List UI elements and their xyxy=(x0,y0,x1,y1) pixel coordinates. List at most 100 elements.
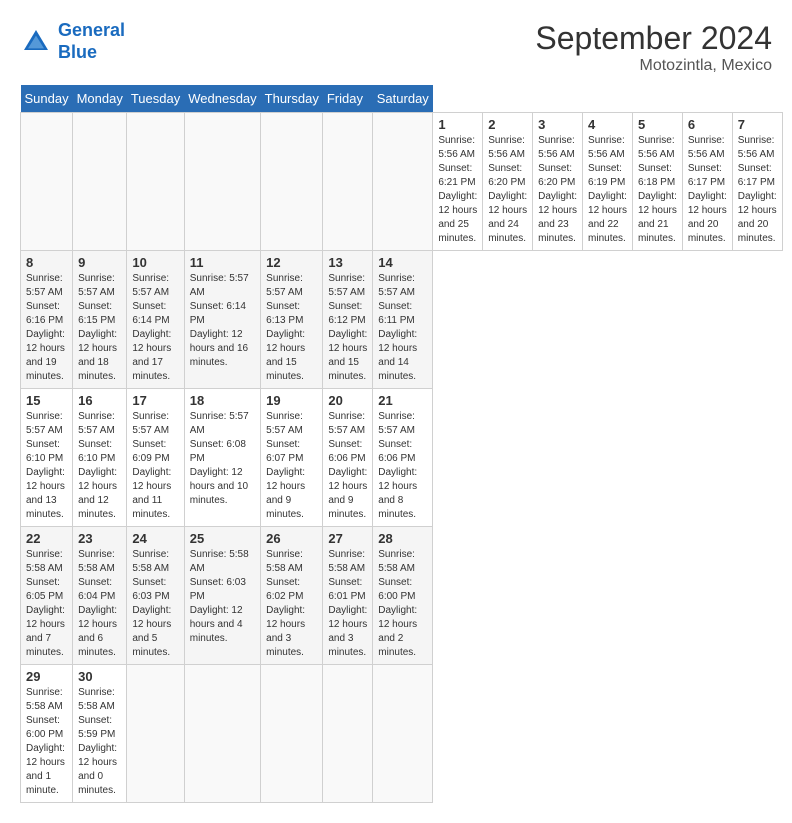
logo-text: General Blue xyxy=(58,20,125,63)
table-cell: 13 Sunrise: 5:57 AMSunset: 6:12 PMDaylig… xyxy=(323,251,373,389)
day-info: Sunrise: 5:57 AMSunset: 6:06 PMDaylight:… xyxy=(378,410,427,522)
table-cell: 21 Sunrise: 5:57 AMSunset: 6:06 PMDaylig… xyxy=(373,389,433,527)
calendar-week-row: 29 Sunrise: 5:58 AMSunset: 6:00 PMDaylig… xyxy=(21,665,783,803)
table-cell xyxy=(73,113,127,251)
day-number: 3 xyxy=(538,117,577,132)
day-number: 29 xyxy=(26,669,67,684)
table-cell: 29 Sunrise: 5:58 AMSunset: 6:00 PMDaylig… xyxy=(21,665,73,803)
day-info: Sunrise: 5:58 AMSunset: 6:03 PMDaylight:… xyxy=(190,548,255,646)
table-cell xyxy=(127,113,184,251)
table-cell xyxy=(261,665,323,803)
table-cell: 16 Sunrise: 5:57 AMSunset: 6:10 PMDaylig… xyxy=(73,389,127,527)
day-info: Sunrise: 5:58 AMSunset: 6:01 PMDaylight:… xyxy=(328,548,367,660)
day-info: Sunrise: 5:57 AMSunset: 6:13 PMDaylight:… xyxy=(266,272,317,384)
table-cell: 24 Sunrise: 5:58 AMSunset: 6:03 PMDaylig… xyxy=(127,527,184,665)
header-thursday: Thursday xyxy=(261,85,323,113)
table-cell: 10 Sunrise: 5:57 AMSunset: 6:14 PMDaylig… xyxy=(127,251,184,389)
day-number: 19 xyxy=(266,393,317,408)
table-cell: 22 Sunrise: 5:58 AMSunset: 6:05 PMDaylig… xyxy=(21,527,73,665)
day-info: Sunrise: 5:58 AMSunset: 6:02 PMDaylight:… xyxy=(266,548,317,660)
day-number: 2 xyxy=(488,117,527,132)
day-info: Sunrise: 5:56 AMSunset: 6:20 PMDaylight:… xyxy=(488,134,527,246)
page-header: General Blue September 2024 Motozintla, … xyxy=(20,20,772,75)
header-tuesday: Tuesday xyxy=(127,85,184,113)
calendar-table: Sunday Monday Tuesday Wednesday Thursday… xyxy=(20,85,783,803)
day-number: 28 xyxy=(378,531,427,546)
day-number: 24 xyxy=(132,531,178,546)
page-subtitle: Motozintla, Mexico xyxy=(535,57,772,75)
header-monday: Monday xyxy=(73,85,127,113)
day-number: 23 xyxy=(78,531,121,546)
table-cell: 26 Sunrise: 5:58 AMSunset: 6:02 PMDaylig… xyxy=(261,527,323,665)
day-number: 12 xyxy=(266,255,317,270)
day-info: Sunrise: 5:57 AMSunset: 6:10 PMDaylight:… xyxy=(78,410,121,522)
header-saturday: Saturday xyxy=(373,85,433,113)
table-cell: 2 Sunrise: 5:56 AMSunset: 6:20 PMDayligh… xyxy=(483,113,533,251)
day-info: Sunrise: 5:57 AMSunset: 6:07 PMDaylight:… xyxy=(266,410,317,522)
day-number: 26 xyxy=(266,531,317,546)
day-number: 27 xyxy=(328,531,367,546)
day-info: Sunrise: 5:57 AMSunset: 6:15 PMDaylight:… xyxy=(78,272,121,384)
day-info: Sunrise: 5:57 AMSunset: 6:10 PMDaylight:… xyxy=(26,410,67,522)
table-cell xyxy=(184,113,260,251)
table-cell: 28 Sunrise: 5:58 AMSunset: 6:00 PMDaylig… xyxy=(373,527,433,665)
table-cell: 9 Sunrise: 5:57 AMSunset: 6:15 PMDayligh… xyxy=(73,251,127,389)
day-number: 21 xyxy=(378,393,427,408)
day-info: Sunrise: 5:57 AMSunset: 6:11 PMDaylight:… xyxy=(378,272,427,384)
header-wednesday: Wednesday xyxy=(184,85,260,113)
table-cell: 11 Sunrise: 5:57 AMSunset: 6:14 PMDaylig… xyxy=(184,251,260,389)
table-cell: 4 Sunrise: 5:56 AMSunset: 6:19 PMDayligh… xyxy=(583,113,633,251)
day-info: Sunrise: 5:56 AMSunset: 6:17 PMDaylight:… xyxy=(688,134,727,246)
calendar-header-row: Sunday Monday Tuesday Wednesday Thursday… xyxy=(21,85,783,113)
day-info: Sunrise: 5:57 AMSunset: 6:14 PMDaylight:… xyxy=(132,272,178,384)
header-friday: Friday xyxy=(323,85,373,113)
day-info: Sunrise: 5:57 AMSunset: 6:09 PMDaylight:… xyxy=(132,410,178,522)
day-info: Sunrise: 5:56 AMSunset: 6:21 PMDaylight:… xyxy=(438,134,477,246)
logo-general: General xyxy=(58,20,125,40)
day-number: 6 xyxy=(688,117,727,132)
table-cell xyxy=(373,665,433,803)
table-cell xyxy=(373,113,433,251)
table-cell: 30 Sunrise: 5:58 AMSunset: 5:59 PMDaylig… xyxy=(73,665,127,803)
table-cell: 12 Sunrise: 5:57 AMSunset: 6:13 PMDaylig… xyxy=(261,251,323,389)
day-number: 13 xyxy=(328,255,367,270)
table-cell: 8 Sunrise: 5:57 AMSunset: 6:16 PMDayligh… xyxy=(21,251,73,389)
table-cell: 5 Sunrise: 5:56 AMSunset: 6:18 PMDayligh… xyxy=(632,113,682,251)
day-number: 20 xyxy=(328,393,367,408)
day-number: 11 xyxy=(190,255,255,270)
table-cell: 25 Sunrise: 5:58 AMSunset: 6:03 PMDaylig… xyxy=(184,527,260,665)
day-info: Sunrise: 5:57 AMSunset: 6:06 PMDaylight:… xyxy=(328,410,367,522)
logo-icon xyxy=(20,26,52,58)
logo-blue: Blue xyxy=(58,42,97,62)
table-cell: 23 Sunrise: 5:58 AMSunset: 6:04 PMDaylig… xyxy=(73,527,127,665)
day-number: 30 xyxy=(78,669,121,684)
calendar-week-row: 8 Sunrise: 5:57 AMSunset: 6:16 PMDayligh… xyxy=(21,251,783,389)
table-cell xyxy=(184,665,260,803)
day-info: Sunrise: 5:58 AMSunset: 6:03 PMDaylight:… xyxy=(132,548,178,660)
day-number: 8 xyxy=(26,255,67,270)
day-info: Sunrise: 5:58 AMSunset: 6:00 PMDaylight:… xyxy=(26,686,67,798)
header-sunday: Sunday xyxy=(21,85,73,113)
day-number: 16 xyxy=(78,393,121,408)
day-info: Sunrise: 5:57 AMSunset: 6:12 PMDaylight:… xyxy=(328,272,367,384)
table-cell: 17 Sunrise: 5:57 AMSunset: 6:09 PMDaylig… xyxy=(127,389,184,527)
day-info: Sunrise: 5:58 AMSunset: 5:59 PMDaylight:… xyxy=(78,686,121,798)
day-info: Sunrise: 5:57 AMSunset: 6:08 PMDaylight:… xyxy=(190,410,255,508)
page-title: September 2024 xyxy=(535,20,772,57)
calendar-week-row: 22 Sunrise: 5:58 AMSunset: 6:05 PMDaylig… xyxy=(21,527,783,665)
day-number: 25 xyxy=(190,531,255,546)
day-number: 5 xyxy=(638,117,677,132)
calendar-week-row: 1 Sunrise: 5:56 AMSunset: 6:21 PMDayligh… xyxy=(21,113,783,251)
day-info: Sunrise: 5:58 AMSunset: 6:00 PMDaylight:… xyxy=(378,548,427,660)
table-cell: 1 Sunrise: 5:56 AMSunset: 6:21 PMDayligh… xyxy=(433,113,483,251)
day-info: Sunrise: 5:57 AMSunset: 6:16 PMDaylight:… xyxy=(26,272,67,384)
table-cell xyxy=(21,113,73,251)
table-cell: 14 Sunrise: 5:57 AMSunset: 6:11 PMDaylig… xyxy=(373,251,433,389)
day-number: 14 xyxy=(378,255,427,270)
day-info: Sunrise: 5:56 AMSunset: 6:19 PMDaylight:… xyxy=(588,134,627,246)
day-number: 9 xyxy=(78,255,121,270)
table-cell: 3 Sunrise: 5:56 AMSunset: 6:20 PMDayligh… xyxy=(533,113,583,251)
table-cell: 15 Sunrise: 5:57 AMSunset: 6:10 PMDaylig… xyxy=(21,389,73,527)
day-info: Sunrise: 5:56 AMSunset: 6:20 PMDaylight:… xyxy=(538,134,577,246)
table-cell: 6 Sunrise: 5:56 AMSunset: 6:17 PMDayligh… xyxy=(682,113,732,251)
